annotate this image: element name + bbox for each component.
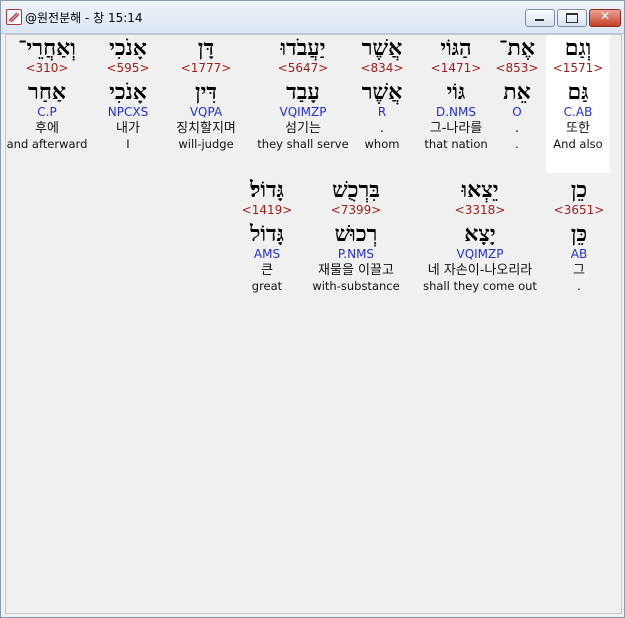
- parsing-code: O: [512, 105, 522, 119]
- parsing-code: P.NMS: [337, 247, 375, 261]
- strong-number[interactable]: <1419>: [238, 203, 296, 217]
- korean-gloss: 큰: [261, 263, 273, 278]
- hebrew-surface: כֵן: [570, 177, 588, 203]
- maximize-icon: [566, 13, 578, 23]
- korean-gloss: 네 자손이-나오리라: [427, 263, 533, 278]
- minimize-button[interactable]: [525, 9, 555, 27]
- strong-number[interactable]: <7399>: [306, 203, 406, 217]
- hebrew-lemma: דִּין: [195, 79, 217, 105]
- english-gloss: I: [126, 137, 130, 151]
- strong-number[interactable]: <853>: [494, 61, 540, 75]
- interlinear-word[interactable]: אֲשֶׁר <834> אֲשֶׁר R . whom: [354, 35, 410, 167]
- interlinear-word[interactable]: יֵצְאוּ <3318> יָצָא VQIMZP 네 자손이-나오리라 s…: [414, 177, 546, 309]
- hebrew-lemma: גָּדוֹל: [250, 221, 284, 247]
- hebrew-surface: אֶת־: [499, 35, 535, 61]
- window-title: @원전분해 - 창 15:14: [25, 11, 143, 25]
- parsing-code: C.AB: [563, 105, 593, 119]
- app-window: @원전분해 - 창 15:14 ✕ וְאַחֲרֵי־ <310> אַחַר…: [0, 0, 625, 618]
- interlinear-word[interactable]: אָנֹכִי <595> אָנֹכִי NPCXS 내가 I: [98, 35, 158, 167]
- strong-number[interactable]: <3318>: [414, 203, 546, 217]
- interlinear-word[interactable]: יַעֲבֹדוּ <5647> עָבַד VQIMZP 섬기는 they s…: [254, 35, 352, 167]
- hebrew-lemma: אֲשֶׁר: [361, 79, 403, 105]
- english-gloss: whom: [364, 137, 400, 151]
- strong-number[interactable]: <5647>: [254, 61, 352, 75]
- parsing-code: NPCXS: [107, 105, 149, 119]
- korean-gloss: 그: [573, 263, 585, 278]
- strong-number[interactable]: <1571>: [546, 61, 610, 75]
- hebrew-lemma: אֵת: [503, 79, 531, 105]
- bible-app-icon: [6, 9, 22, 25]
- hebrew-surface: הַגּוֹי: [440, 35, 472, 61]
- english-gloss: and afterward: [6, 137, 88, 151]
- close-icon: ✕: [599, 9, 611, 23]
- parsing-code: D.NMS: [435, 105, 476, 119]
- hebrew-surface: יֵצְאוּ: [461, 177, 499, 203]
- hebrew-lemma: עָבַד: [286, 79, 320, 105]
- hebrew-lemma: אָנֹכִי: [109, 79, 147, 105]
- english-gloss: will-judge: [178, 137, 234, 151]
- korean-gloss: 징치할지며: [176, 121, 236, 136]
- korean-gloss: 또한: [566, 121, 590, 136]
- english-gloss: they shall serve: [257, 137, 349, 151]
- interlinear-word-selected[interactable]: וְגַם <1571> גַּם C.AB 또한 And also: [546, 35, 610, 173]
- interlinear-word[interactable]: הַגּוֹי <1471> גּוֹי D.NMS 그-나라를 that na…: [416, 35, 496, 167]
- korean-gloss: 후에: [35, 121, 59, 136]
- english-gloss: shall they come out: [423, 279, 537, 293]
- interlinear-word[interactable]: דָּן <1777> דִּין VQPA 징치할지며 will-judge: [166, 35, 246, 167]
- strong-number[interactable]: <595>: [98, 61, 158, 75]
- korean-gloss: 그-나라를: [429, 121, 483, 136]
- strong-number[interactable]: <310>: [6, 61, 88, 75]
- maximize-button[interactable]: [557, 9, 587, 27]
- hebrew-surface: דָּן: [197, 35, 215, 61]
- strong-number[interactable]: <1471>: [416, 61, 496, 75]
- minimize-icon: [535, 19, 544, 21]
- korean-gloss: .: [514, 121, 520, 136]
- hebrew-lemma: גַּם: [567, 79, 589, 105]
- hebrew-surface: וְאַחֲרֵי־: [18, 35, 76, 61]
- hebrew-surface: אָנֹכִי: [109, 35, 147, 61]
- interlinear-word[interactable]: אֶת־ <853> אֵת O . .: [494, 35, 540, 167]
- english-gloss: .: [577, 279, 581, 293]
- hebrew-surface: יַעֲבֹדוּ: [280, 35, 326, 61]
- interlinear-view: וְאַחֲרֵי־ <310> אַחַר C.P 후에 and afterw…: [5, 34, 622, 614]
- parsing-code: VQIMZP: [279, 105, 327, 119]
- interlinear-word[interactable]: וְאַחֲרֵי־ <310> אַחַר C.P 후에 and afterw…: [6, 35, 88, 167]
- hebrew-surface: אֲשֶׁר: [361, 35, 403, 61]
- korean-gloss: .: [379, 121, 385, 136]
- parsing-code: VQIMZP: [456, 247, 504, 261]
- interlinear-word[interactable]: גָּדוֹל׃ <1419> גָּדוֹל AMS 큰 great: [238, 177, 296, 309]
- interlinear-word[interactable]: כֵן <3651> כֵּן AB 그 .: [552, 177, 606, 309]
- english-gloss: with-substance: [312, 279, 400, 293]
- parsing-code: R: [377, 105, 387, 119]
- hebrew-lemma: רְכוּשׁ: [334, 221, 378, 247]
- english-gloss: that nation: [424, 137, 488, 151]
- korean-gloss: 재물을 이끌고: [318, 263, 394, 278]
- hebrew-lemma: גּוֹי: [446, 79, 466, 105]
- interlinear-word[interactable]: בִּרְכֻשׁ <7399> רְכוּשׁ P.NMS 재물을 이끌고 w…: [306, 177, 406, 309]
- hebrew-lemma: אַחַר: [28, 79, 66, 105]
- english-gloss: great: [251, 279, 283, 293]
- hebrew-surface: וְגַם: [564, 35, 592, 61]
- strong-number[interactable]: <834>: [354, 61, 410, 75]
- korean-gloss: 섬기는: [285, 121, 321, 136]
- strong-number[interactable]: <3651>: [552, 203, 606, 217]
- parsing-code: C.P: [37, 105, 57, 119]
- parsing-code: AMS: [253, 247, 281, 261]
- strong-number[interactable]: <1777>: [166, 61, 246, 75]
- close-button[interactable]: ✕: [589, 9, 621, 27]
- hebrew-lemma: יָצָא: [464, 221, 496, 247]
- hebrew-lemma: כֵּן: [570, 221, 588, 247]
- hebrew-surface: גָּדוֹל׃: [250, 177, 284, 203]
- hebrew-surface: בִּרְכֻשׁ: [332, 177, 380, 203]
- title-bar[interactable]: @원전분해 - 창 15:14 ✕: [1, 1, 624, 34]
- korean-gloss: 내가: [116, 121, 140, 136]
- english-gloss: .: [515, 137, 519, 151]
- parsing-code: VQPA: [189, 105, 223, 119]
- parsing-code: AB: [570, 247, 588, 261]
- english-gloss: And also: [553, 137, 603, 151]
